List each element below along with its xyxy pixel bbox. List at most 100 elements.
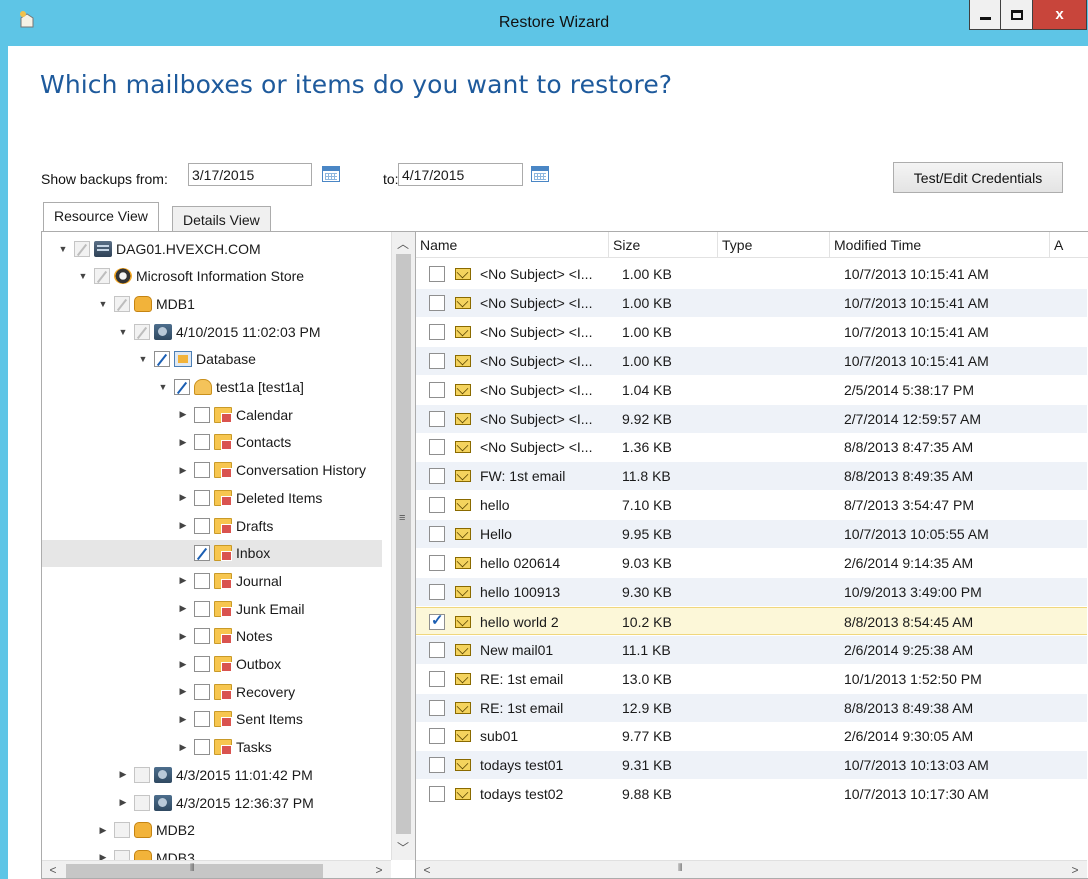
item-checkbox[interactable] [429,439,445,456]
expand-arrow-icon[interactable]: ▶ [117,769,129,780]
tree-node-checkbox[interactable] [134,766,150,783]
expand-arrow-icon[interactable]: ▶ [177,631,189,642]
tree-node[interactable]: ▶ Tasks [42,734,382,761]
list-item[interactable]: New mail01 11.1 KB 2/6/2014 9:25:38 AM [416,635,1087,664]
item-checkbox[interactable] [429,352,445,369]
expand-arrow-icon[interactable]: ▶ [177,742,189,753]
collapse-arrow-icon[interactable]: ▼ [57,244,69,254]
item-checkbox[interactable] [429,526,445,543]
scroll-right-icon[interactable]: > [368,860,390,878]
tab-details-view[interactable]: Details View [172,206,271,232]
column-header-size[interactable]: Size [609,232,718,258]
tree-node-checkbox[interactable] [194,489,210,506]
scroll-left-icon[interactable]: < [416,860,438,878]
column-header-modified-time[interactable]: Modified Time [830,232,1050,258]
scroll-right-icon[interactable]: > [1064,860,1086,878]
from-date-input[interactable]: 3/17/2015 [188,163,312,186]
tree-node[interactable]: ▶ Sent Items [42,706,382,733]
expand-arrow-icon[interactable]: ▶ [177,686,189,697]
close-button[interactable]: x [1033,0,1087,30]
tree-node-checkbox[interactable] [174,379,190,395]
tree-node[interactable]: ▶ Notes [42,623,382,650]
list-item[interactable]: sub01 9.77 KB 2/6/2014 9:30:05 AM [416,722,1087,750]
minimize-button[interactable] [969,0,1001,30]
tree-node-checkbox[interactable] [154,351,170,368]
item-checkbox[interactable] [429,699,445,716]
tree-node-checkbox[interactable] [194,572,210,589]
expand-arrow-icon[interactable]: ▶ [177,465,189,476]
item-checkbox[interactable] [429,583,445,600]
expand-arrow-icon[interactable]: ▶ [177,492,189,503]
tree-node[interactable]: ▶ Deleted Items [42,484,382,511]
collapse-arrow-icon[interactable]: ▼ [97,299,109,309]
item-checkbox[interactable] [429,294,445,311]
item-checkbox[interactable] [429,670,445,687]
collapse-arrow-icon[interactable]: ▼ [137,354,149,364]
to-date-input[interactable]: 4/17/2015 [398,163,523,186]
expand-arrow-icon[interactable]: ▶ [177,437,189,448]
tree-node[interactable]: ▼ Microsoft Information Store [42,263,382,290]
collapse-arrow-icon[interactable]: ▼ [157,382,169,392]
expand-arrow-icon[interactable]: ▶ [177,659,189,670]
from-calendar-icon[interactable] [322,166,340,182]
tree-node[interactable]: ▶ Recovery [42,678,382,705]
list-item[interactable]: <No Subject> <I... 1.04 KB 2/5/2014 5:38:1… [416,376,1087,404]
tree-node[interactable]: ▶ MDB2 [42,817,382,844]
tree-node-checkbox[interactable] [194,600,210,617]
list-item[interactable]: <No Subject> <I... 1.00 KB 10/7/2013 10:15… [416,288,1087,317]
item-checkbox[interactable] [429,757,445,774]
list-item[interactable]: todays test02 9.88 KB 10/7/2013 10:17:30 A… [416,780,1087,808]
resource-tree[interactable]: ▼ DAG01.HVEXCH.COM ▼ Microsoft Information … [41,231,416,879]
collapse-arrow-icon[interactable]: ▼ [117,327,129,337]
tree-node-checkbox[interactable] [194,545,210,562]
list-item[interactable]: hello 100913 9.30 KB 10/9/2013 3:49:00 PM [416,577,1087,606]
scroll-down-icon[interactable]: ﹀ [392,838,414,858]
expand-arrow-icon[interactable]: ▶ [97,825,109,836]
list-item[interactable]: <No Subject> <I... 1.00 KB 10/7/2013 10:15… [416,260,1087,288]
column-header-name[interactable]: Name [416,232,609,258]
column-header-type[interactable]: Type [718,232,830,258]
item-checkbox[interactable] [429,323,445,340]
to-calendar-icon[interactable] [531,166,549,182]
tree-node-checkbox[interactable] [194,656,210,672]
list-item[interactable]: todays test01 9.31 KB 10/7/2013 10:13:03 A… [416,751,1087,780]
list-item[interactable]: hello world 2 10.2 KB 8/8/2013 8:54:45 AM [416,606,1087,635]
collapse-arrow-icon[interactable]: ▼ [77,271,89,281]
item-checkbox[interactable] [429,497,445,514]
tree-node-checkbox[interactable] [114,822,130,839]
tree-node-checkbox[interactable] [194,406,210,423]
tree-node-checkbox[interactable] [114,295,130,312]
list-item[interactable]: Hello 9.95 KB 10/7/2013 10:05:55 AM [416,520,1087,549]
tree-node[interactable]: ▶ Junk Email [42,595,382,622]
tree-node-checkbox[interactable] [94,268,110,285]
tree-node[interactable]: ▼ MDB1 [42,290,382,317]
item-checkbox[interactable] [429,641,445,658]
tree-node-checkbox[interactable] [194,711,210,728]
list-item[interactable]: hello 7.10 KB 8/7/2013 3:54:47 PM [416,491,1087,519]
maximize-button[interactable] [1001,0,1033,30]
item-checkbox[interactable] [429,786,445,803]
item-checkbox[interactable] [429,728,445,745]
tree-node-checkbox[interactable] [194,739,210,756]
tree-node[interactable]: ▶ 4/3/2015 12:36:37 PM [42,789,382,816]
tree-horizontal-scroll-thumb[interactable] [66,864,323,878]
tree-node[interactable]: ▼ DAG01.HVEXCH.COM [42,235,382,262]
tree-node[interactable]: ▶ Conversation History [42,457,382,484]
tree-node[interactable]: Inbox [42,539,382,567]
tree-node-checkbox[interactable] [74,240,90,257]
tree-node[interactable]: ▼ Database [42,346,382,373]
test-edit-credentials-button[interactable]: Test/Edit Credentials [893,162,1063,193]
list-item[interactable]: RE: 1st email 13.0 KB 10/1/2013 1:52:50 PM [416,665,1087,693]
tree-node-checkbox[interactable] [134,794,150,811]
tree-vertical-scroll-thumb[interactable] [396,254,411,834]
list-item[interactable]: RE: 1st email 12.9 KB 8/8/2013 8:49:38 AM [416,693,1087,722]
expand-arrow-icon[interactable]: ▶ [177,575,189,586]
item-checkbox[interactable] [429,410,445,427]
tree-node[interactable]: ▶ Journal [42,567,382,594]
column-header-more[interactable]: A [1050,232,1088,258]
item-checkbox[interactable] [429,468,445,485]
tree-node-checkbox[interactable] [194,462,210,479]
list-item[interactable]: <No Subject> <I... 1.00 KB 10/7/2013 10:15… [416,318,1087,346]
expand-arrow-icon[interactable]: ▶ [177,714,189,725]
expand-arrow-icon[interactable]: ▶ [177,603,189,614]
